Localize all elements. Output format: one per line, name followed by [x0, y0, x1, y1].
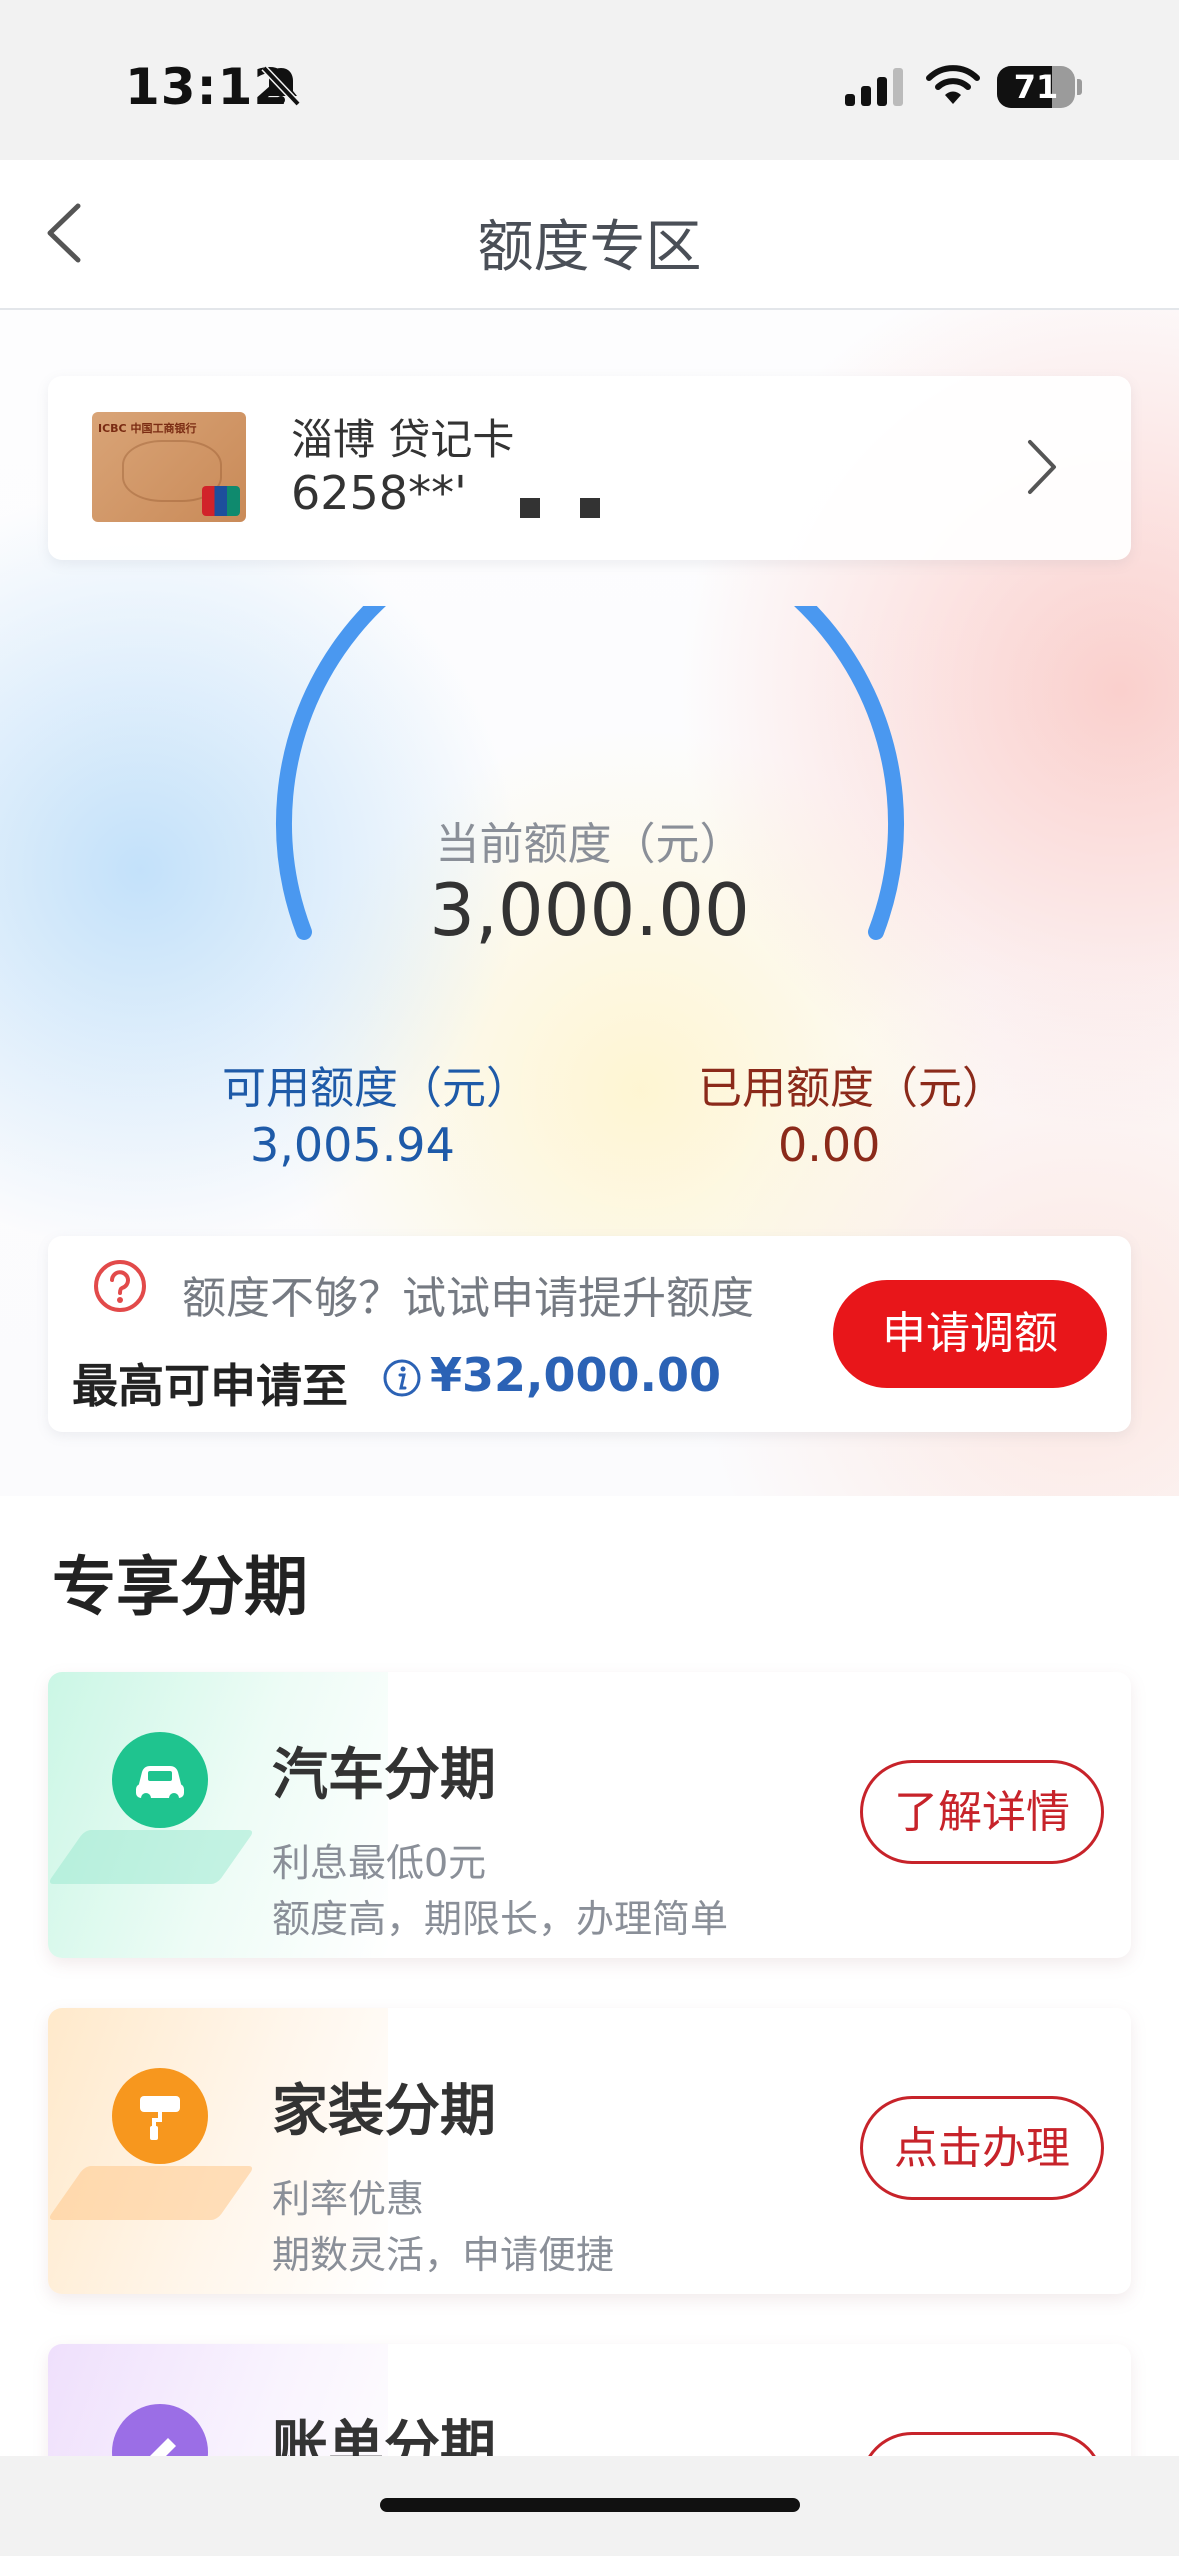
apply-adjust-limit-button[interactable]: 申请调额: [833, 1280, 1107, 1388]
apply-now-button[interactable]: 点击办理: [860, 2096, 1104, 2200]
unionpay-logo-icon: [202, 486, 240, 516]
item-subtitle: 利率优惠: [272, 2177, 425, 2221]
limit-increase-panel: 额度不够？试试申请提升额度 最高可申请至 ¥32,000.00 申请调额: [48, 1236, 1131, 1432]
battery-tip: [1077, 79, 1082, 95]
bank-card-image: ICBC 中国工商银行: [92, 412, 246, 522]
battery-level: 71: [1013, 68, 1059, 106]
item-description: 期数灵活，申请便捷: [272, 2233, 615, 2277]
pencil-icon: [112, 2404, 208, 2456]
card-name: 淄博 贷记卡: [291, 415, 515, 464]
item-subtitle: 利息最低0元: [272, 1841, 487, 1885]
car-icon: [112, 1732, 208, 1828]
installments-section: 专享分期 汽车分期 利息最低0元 额度高，期限长，办理简单 了解详情 家装分期 …: [0, 1496, 1179, 2456]
mask-dot: [580, 498, 600, 518]
home-indicator[interactable]: [380, 2498, 800, 2512]
page-title: 额度专区: [477, 215, 702, 280]
section-title: 专享分期: [52, 1551, 308, 1625]
current-limit-value: 3,000.00: [429, 868, 750, 952]
max-apply-label: 最高可申请至: [72, 1359, 348, 1413]
max-apply-amount: ¥32,000.00: [430, 1348, 722, 1402]
car-installment-card[interactable]: 汽车分期 利息最低0元 额度高，期限长，办理简单 了解详情: [48, 1672, 1131, 1958]
item-title: 家装分期: [272, 2079, 496, 2144]
mask-dot: [520, 498, 540, 518]
nav-bar: 额度专区: [0, 160, 1179, 310]
item-title: 汽车分期: [272, 1743, 496, 1808]
used-limit-label: 已用额度（元）: [698, 1063, 1006, 1114]
used-limit-value: 0.00: [778, 1118, 881, 1172]
available-limit-value: 3,005.94: [250, 1118, 455, 1172]
credit-limit-hero: ICBC 中国工商银行 淄博 贷记卡 6258**' 当前额度（元） 3,000…: [0, 310, 1179, 1496]
bill-installment-card[interactable]: 账单分期: [48, 2344, 1131, 2456]
learn-more-button[interactable]: 了解详情: [860, 1760, 1104, 1864]
card-bank-logo-text: ICBC 中国工商银行: [98, 422, 197, 435]
chevron-right-icon[interactable]: [1026, 438, 1058, 496]
signal-icon: [845, 68, 903, 106]
home-decoration-installment-card[interactable]: 家装分期 利率优惠 期数灵活，申请便捷 点击办理: [48, 2008, 1131, 2294]
limit-increase-prompt: 额度不够？试试申请提升额度: [182, 1273, 754, 1324]
home-indicator-area: [0, 2456, 1179, 2556]
item-description: 额度高，期限长，办理简单: [272, 1897, 729, 1941]
status-bar: 13:12 71: [0, 0, 1179, 160]
wifi-icon: [926, 65, 980, 104]
available-limit-label: 可用额度（元）: [222, 1063, 530, 1114]
card-selector[interactable]: ICBC 中国工商银行 淄博 贷记卡 6258**': [48, 376, 1131, 560]
card-number: 6258**': [291, 466, 467, 520]
current-limit-label: 当前额度（元）: [435, 819, 744, 870]
paint-roller-icon: [112, 2068, 208, 2164]
bill-installment-button[interactable]: [860, 2432, 1104, 2456]
battery-indicator: 71: [997, 66, 1075, 108]
item-title: 账单分期: [272, 2415, 496, 2456]
question-circle-icon: [94, 1260, 146, 1312]
bell-slash-icon: [261, 65, 301, 107]
info-icon[interactable]: [382, 1358, 422, 1398]
